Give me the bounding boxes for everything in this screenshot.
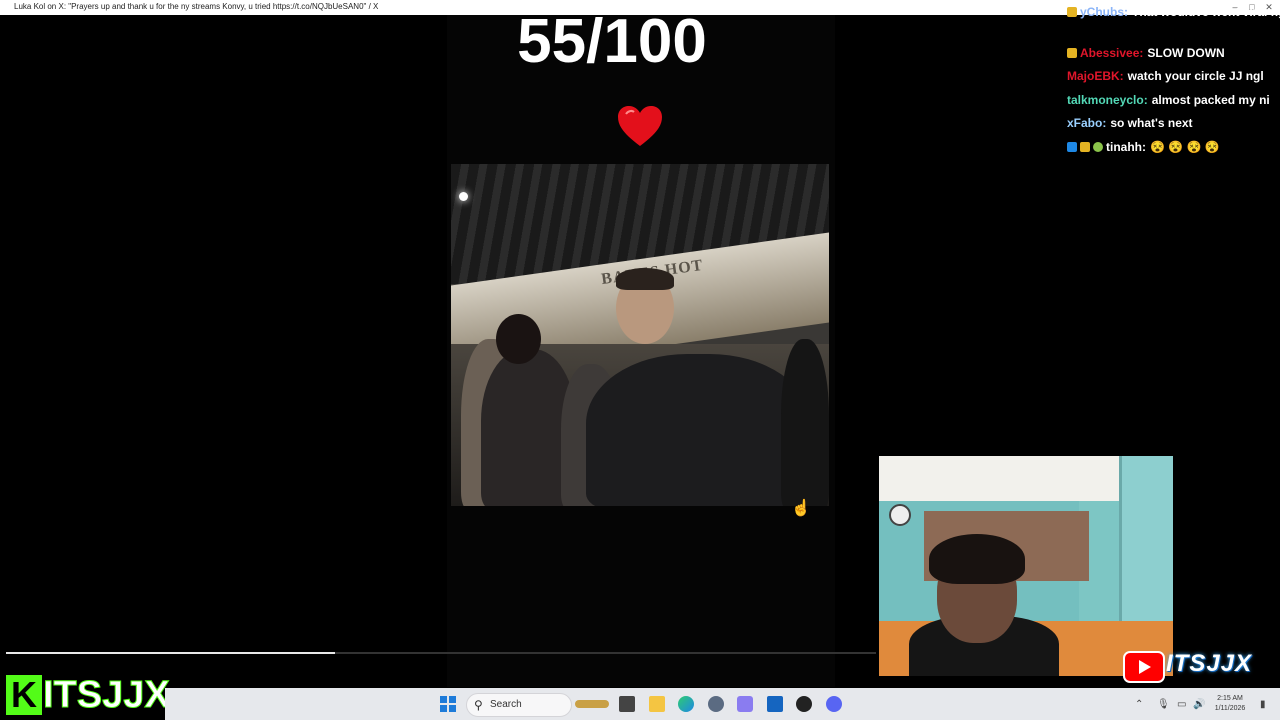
tray-chevron-icon[interactable]: ⌃ xyxy=(1135,699,1143,710)
taskbar-date[interactable]: 1/11/2026 xyxy=(1205,705,1255,712)
chat-text: so what's next xyxy=(1110,116,1193,130)
chat-message: talkmoneyclo: almost packed my ni xyxy=(1067,93,1270,107)
chat-message: yChubs: That wouldve went viral ngl xyxy=(1067,5,1280,19)
chat-message: tinahh: 😵 😵 😵 😵 xyxy=(1067,140,1220,154)
search-icon: ⚲ xyxy=(474,698,483,712)
chat-text: watch your circle JJ ngl xyxy=(1127,69,1264,83)
window-title: Luka Kol on X: "Prayers up and thank u f… xyxy=(14,2,379,11)
video-person-head xyxy=(496,314,541,364)
kick-logo-icon: K xyxy=(6,675,42,715)
microphone-icon[interactable]: 🎙 xyxy=(1157,699,1170,710)
hand-cursor-icon: ☝ xyxy=(791,500,811,517)
edge-icon[interactable] xyxy=(678,696,694,712)
store-icon[interactable] xyxy=(767,696,783,712)
webcam-clock xyxy=(889,504,911,526)
chat-text: SLOW DOWN xyxy=(1147,46,1225,60)
crown-badge-icon xyxy=(1067,7,1077,17)
chat-username: yChubs: xyxy=(1080,5,1128,19)
crown-badge-icon xyxy=(1080,142,1090,152)
video-frame[interactable]: BAKES HOT xyxy=(451,164,829,506)
chat-text: almost packed my ni xyxy=(1151,93,1270,107)
chat-text: That wouldve went viral ngl xyxy=(1132,5,1280,19)
search-highlight-icon xyxy=(575,700,609,708)
red-heart-icon xyxy=(618,106,662,146)
discord-icon[interactable] xyxy=(826,696,842,712)
video-person xyxy=(781,339,829,506)
chat-username: MajoEBK: xyxy=(1067,69,1124,83)
settings-icon[interactable] xyxy=(708,696,724,712)
video-person-main xyxy=(586,354,811,506)
obs-icon[interactable] xyxy=(796,696,812,712)
arrow-badge-icon xyxy=(1067,142,1077,152)
youtube-channel-name: ITSJJX xyxy=(1166,650,1253,677)
kick-channel-name: ITSJJX xyxy=(43,674,171,717)
network-icon[interactable]: ▭ xyxy=(1177,699,1186,710)
video-progress-bar[interactable] xyxy=(6,652,876,654)
star-badge-icon xyxy=(1093,142,1103,152)
chat-username: Abessivee: xyxy=(1080,46,1144,60)
chat-message: Abessivee: SLOW DOWN xyxy=(1067,46,1225,60)
chat-message: xFabo: so what's next xyxy=(1067,116,1193,130)
task-view-icon[interactable] xyxy=(619,696,635,712)
volume-icon[interactable]: 🔊 xyxy=(1193,699,1205,710)
youtube-channel-logo: ITSJJX xyxy=(1120,648,1275,684)
taskbar-search[interactable]: ⚲ Search xyxy=(466,693,572,717)
search-label: Search xyxy=(490,699,522,710)
chat-username: xFabo: xyxy=(1067,116,1107,130)
taskbar-time[interactable]: 2:15 AM xyxy=(1205,695,1255,702)
video-person-hair xyxy=(616,268,674,290)
chat-username: tinahh: xyxy=(1106,140,1146,154)
chat-username: talkmoneyclo: xyxy=(1067,93,1148,107)
video-ceiling-light xyxy=(459,192,468,201)
file-explorer-icon[interactable] xyxy=(649,696,665,712)
webcam-streamer-hair xyxy=(929,534,1025,584)
chat-text: 😵 😵 😵 😵 xyxy=(1150,140,1220,154)
notification-icon[interactable]: ▮ xyxy=(1260,699,1266,710)
start-button[interactable] xyxy=(440,696,456,712)
windows-taskbar: ⚲ Search ⌃ 🎙 ▭ 🔊 2:15 AM 1/11/2026 ▮ xyxy=(165,688,1280,720)
kick-channel-logo: K ITSJJX xyxy=(2,673,170,717)
chat-overlay: yChubs: That wouldve went viral ngl Abess… xyxy=(1067,0,1280,160)
chat-message: MajoEBK: watch your circle JJ ngl xyxy=(1067,69,1264,83)
app-icon[interactable] xyxy=(737,696,753,712)
webcam-overlay xyxy=(879,456,1173,676)
score-overlay: 55/100 xyxy=(517,7,707,76)
crown-badge-icon xyxy=(1067,48,1077,58)
video-progress-fill xyxy=(6,652,335,654)
youtube-play-icon xyxy=(1123,651,1165,683)
